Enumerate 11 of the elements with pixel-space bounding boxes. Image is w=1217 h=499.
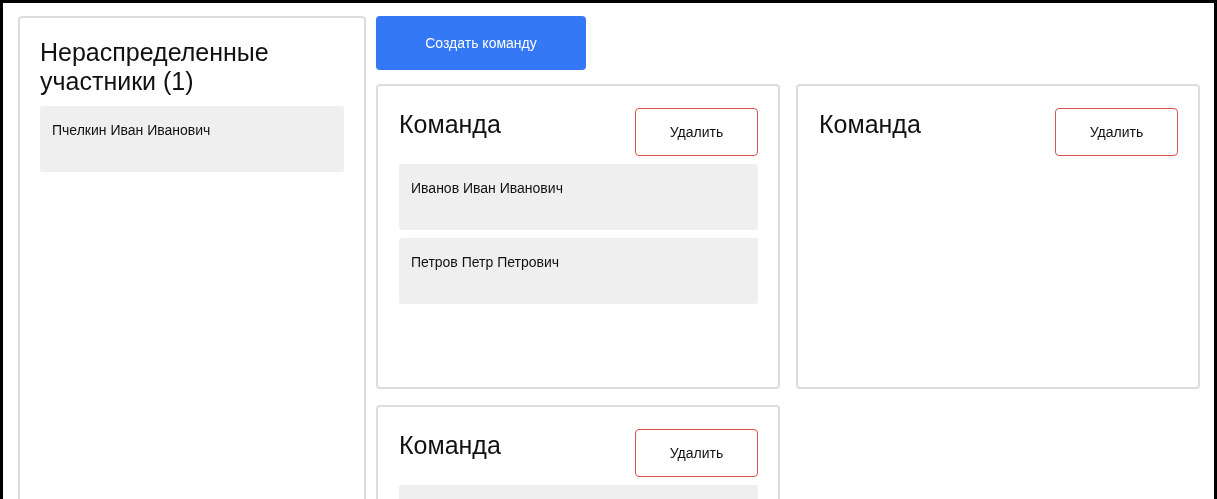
team-title: Команда [399, 110, 501, 139]
team-title: Команда [399, 431, 501, 460]
member-card[interactable]: Пчелкин Иван Иванович [40, 106, 344, 172]
create-team-button[interactable]: Создать команду [376, 16, 586, 70]
member-card[interactable]: Петров Петр Петрович [399, 238, 758, 304]
member-card[interactable]: Иванов Иван Иванович [399, 164, 758, 230]
panel-title: Нераспределенные участники (1) [40, 38, 270, 96]
delete-button[interactable]: Удалить [635, 108, 758, 156]
delete-button[interactable]: Удалить [1055, 108, 1178, 156]
delete-button[interactable]: Удалить [635, 429, 758, 477]
team-title: Команда [819, 110, 921, 139]
